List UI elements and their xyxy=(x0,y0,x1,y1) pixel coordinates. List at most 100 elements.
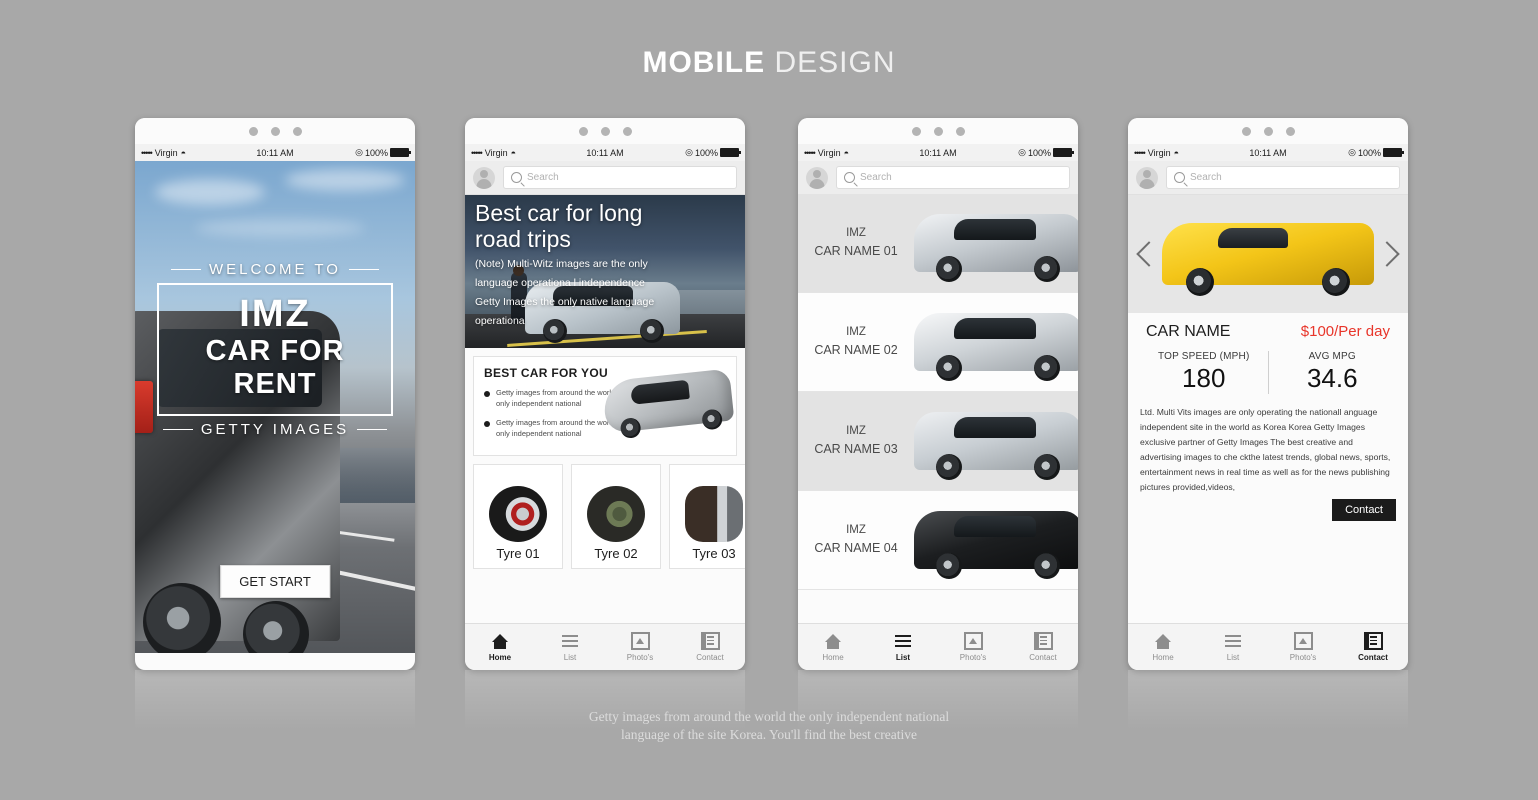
footer-caption-line2: language of the site Korea. You'll find … xyxy=(621,727,917,743)
search-input[interactable]: Search xyxy=(503,166,737,189)
top-search-bar: Search xyxy=(465,161,745,195)
nav-item-photos[interactable]: Photo's xyxy=(938,632,1008,662)
top-search-bar: Search xyxy=(1128,161,1408,195)
hero-banner[interactable]: Best car for long road trips (Note) Mult… xyxy=(465,195,745,348)
car-wheel xyxy=(936,355,962,381)
search-placeholder: Search xyxy=(860,172,892,183)
location-icon: ◎ xyxy=(685,147,693,157)
battery-icon xyxy=(1383,148,1404,157)
nav-label: List xyxy=(1226,652,1240,662)
nav-label: Contact xyxy=(1358,653,1388,662)
contact-document-icon xyxy=(1034,632,1053,650)
car-window xyxy=(954,417,1036,438)
cloud xyxy=(155,179,265,205)
tyre-card[interactable]: Tyre 01 xyxy=(473,464,563,569)
car-name: CAR NAME xyxy=(1146,323,1231,340)
hero-text-block: Best car for long road trips (Note) Mult… xyxy=(475,200,737,330)
row-label: IMZ CAR NAME 02 xyxy=(798,324,914,360)
rule xyxy=(171,269,202,270)
welcome-hero: WELCOME TO IMZ CAR FOR RENT GETTY IMAGES… xyxy=(135,161,415,653)
welcome-block: WELCOME TO IMZ CAR FOR RENT GETTY IMAGES xyxy=(135,261,415,438)
hero-title-line2: road trips xyxy=(475,225,571,252)
location-icon: ◎ xyxy=(1018,147,1026,157)
tyre-card[interactable]: Tyre 02 xyxy=(571,464,661,569)
brand-box: IMZ CAR FOR RENT xyxy=(157,283,393,416)
car-wheel xyxy=(936,256,962,282)
page-title: MOBILE DESIGN xyxy=(0,46,1538,80)
tyre-image xyxy=(685,486,743,542)
search-input[interactable]: Search xyxy=(1166,166,1400,189)
tyre-card[interactable]: Tyre 03 xyxy=(669,464,745,569)
chevron-right-icon[interactable] xyxy=(1374,241,1400,267)
rule xyxy=(162,428,193,430)
bullet-dot xyxy=(484,420,490,427)
nav-item-list[interactable]: List xyxy=(1198,633,1268,662)
spec-row: TOP SPEED (MPH) 180 AVG MPG 34.6 xyxy=(1140,351,1396,394)
sublabel-row: GETTY IMAGES xyxy=(135,421,415,438)
table-row[interactable]: IMZ CAR NAME 03 xyxy=(798,392,1078,491)
nav-item-list[interactable]: List xyxy=(868,633,938,662)
nav-item-contact[interactable]: Contact xyxy=(1338,632,1408,662)
chevron-left-icon[interactable] xyxy=(1136,241,1162,267)
best-car-card[interactable]: BEST CAR FOR YOU Getty images from aroun… xyxy=(473,356,737,456)
nav-label: Photo's xyxy=(1289,653,1317,662)
row-brand: IMZ xyxy=(846,326,866,338)
spec-label: AVG MPG xyxy=(1308,351,1356,362)
footer-caption-line1: Getty images from around the world the o… xyxy=(588,709,950,724)
contact-document-icon xyxy=(701,632,720,650)
detail-header: CAR NAME $100/Per day xyxy=(1140,323,1396,341)
welcome-label: WELCOME TO xyxy=(209,261,341,278)
search-icon xyxy=(844,172,855,183)
table-row[interactable]: IMZ CAR NAME 01 xyxy=(798,194,1078,293)
nav-item-photos[interactable]: Photo's xyxy=(1268,632,1338,662)
car-wheel xyxy=(1034,553,1060,579)
status-bar: ••••• Virgin ◓ 10:11 AM ◎ 100% xyxy=(465,144,745,161)
search-input[interactable]: Search xyxy=(836,166,1070,189)
nav-item-contact[interactable]: Contact xyxy=(675,632,745,662)
table-row[interactable]: IMZ CAR NAME 04 xyxy=(798,491,1078,590)
table-row[interactable]: IMZ CAR NAME 02 xyxy=(798,293,1078,392)
speaker-dot xyxy=(248,126,258,136)
avatar[interactable] xyxy=(1136,166,1158,189)
home-icon xyxy=(491,633,509,650)
nav-item-home[interactable]: Home xyxy=(465,633,535,662)
brand-headline: CAR FOR RENT xyxy=(205,334,345,401)
phone-speaker-dots xyxy=(465,118,745,144)
battery-percent: 100% xyxy=(1027,147,1051,158)
row-label: IMZ CAR NAME 01 xyxy=(798,225,914,261)
home-icon xyxy=(824,633,842,650)
car-wheel xyxy=(936,553,962,579)
page-title-thin: DESIGN xyxy=(765,46,896,79)
tyre-card-list: Tyre 01 Tyre 02 Tyre 03 xyxy=(473,464,745,569)
car-list: IMZ CAR NAME 01 IMZ CAR NAME 02 IMZ CAR … xyxy=(798,194,1078,624)
phone-mockup-welcome: ••••• Virgin ◓ 10:11 AM ◎ 100% WELCOME T… xyxy=(135,118,415,670)
nav-item-contact[interactable]: Contact xyxy=(1008,632,1078,662)
bottom-navigation: Home List Photo's Contact xyxy=(798,623,1078,670)
avatar[interactable] xyxy=(806,166,828,189)
row-car-name: CAR NAME 02 xyxy=(814,343,898,358)
photo-icon xyxy=(1293,632,1313,650)
nav-item-list[interactable]: List xyxy=(535,633,605,662)
list-icon xyxy=(894,633,912,650)
photo-icon xyxy=(630,632,650,650)
status-bar: ••••• Virgin ◓ 10:11 AM ◎ 100% xyxy=(1128,144,1408,161)
car-window xyxy=(954,318,1036,339)
car-wheel xyxy=(143,583,221,653)
battery-percent: 100% xyxy=(364,147,388,158)
nav-label: List xyxy=(895,652,911,662)
bottom-navigation: Home List Photo's Contact xyxy=(465,623,745,670)
speaker-dot xyxy=(1263,126,1273,136)
contact-button[interactable]: Contact xyxy=(1332,499,1396,522)
row-car-name: CAR NAME 01 xyxy=(814,244,898,259)
speaker-dot xyxy=(292,126,302,136)
car-wheel xyxy=(1322,268,1350,296)
nav-item-home[interactable]: Home xyxy=(1128,633,1198,662)
row-label: IMZ CAR NAME 03 xyxy=(798,423,914,459)
avatar[interactable] xyxy=(473,166,495,189)
hero-note-line3: Getty Images the only native language xyxy=(475,296,655,309)
featured-car-photo xyxy=(1162,223,1374,296)
car-thumbnail xyxy=(914,313,1078,381)
nav-item-home[interactable]: Home xyxy=(798,633,868,662)
get-start-button[interactable]: GET START xyxy=(220,565,330,598)
nav-item-photos[interactable]: Photo's xyxy=(605,632,675,662)
